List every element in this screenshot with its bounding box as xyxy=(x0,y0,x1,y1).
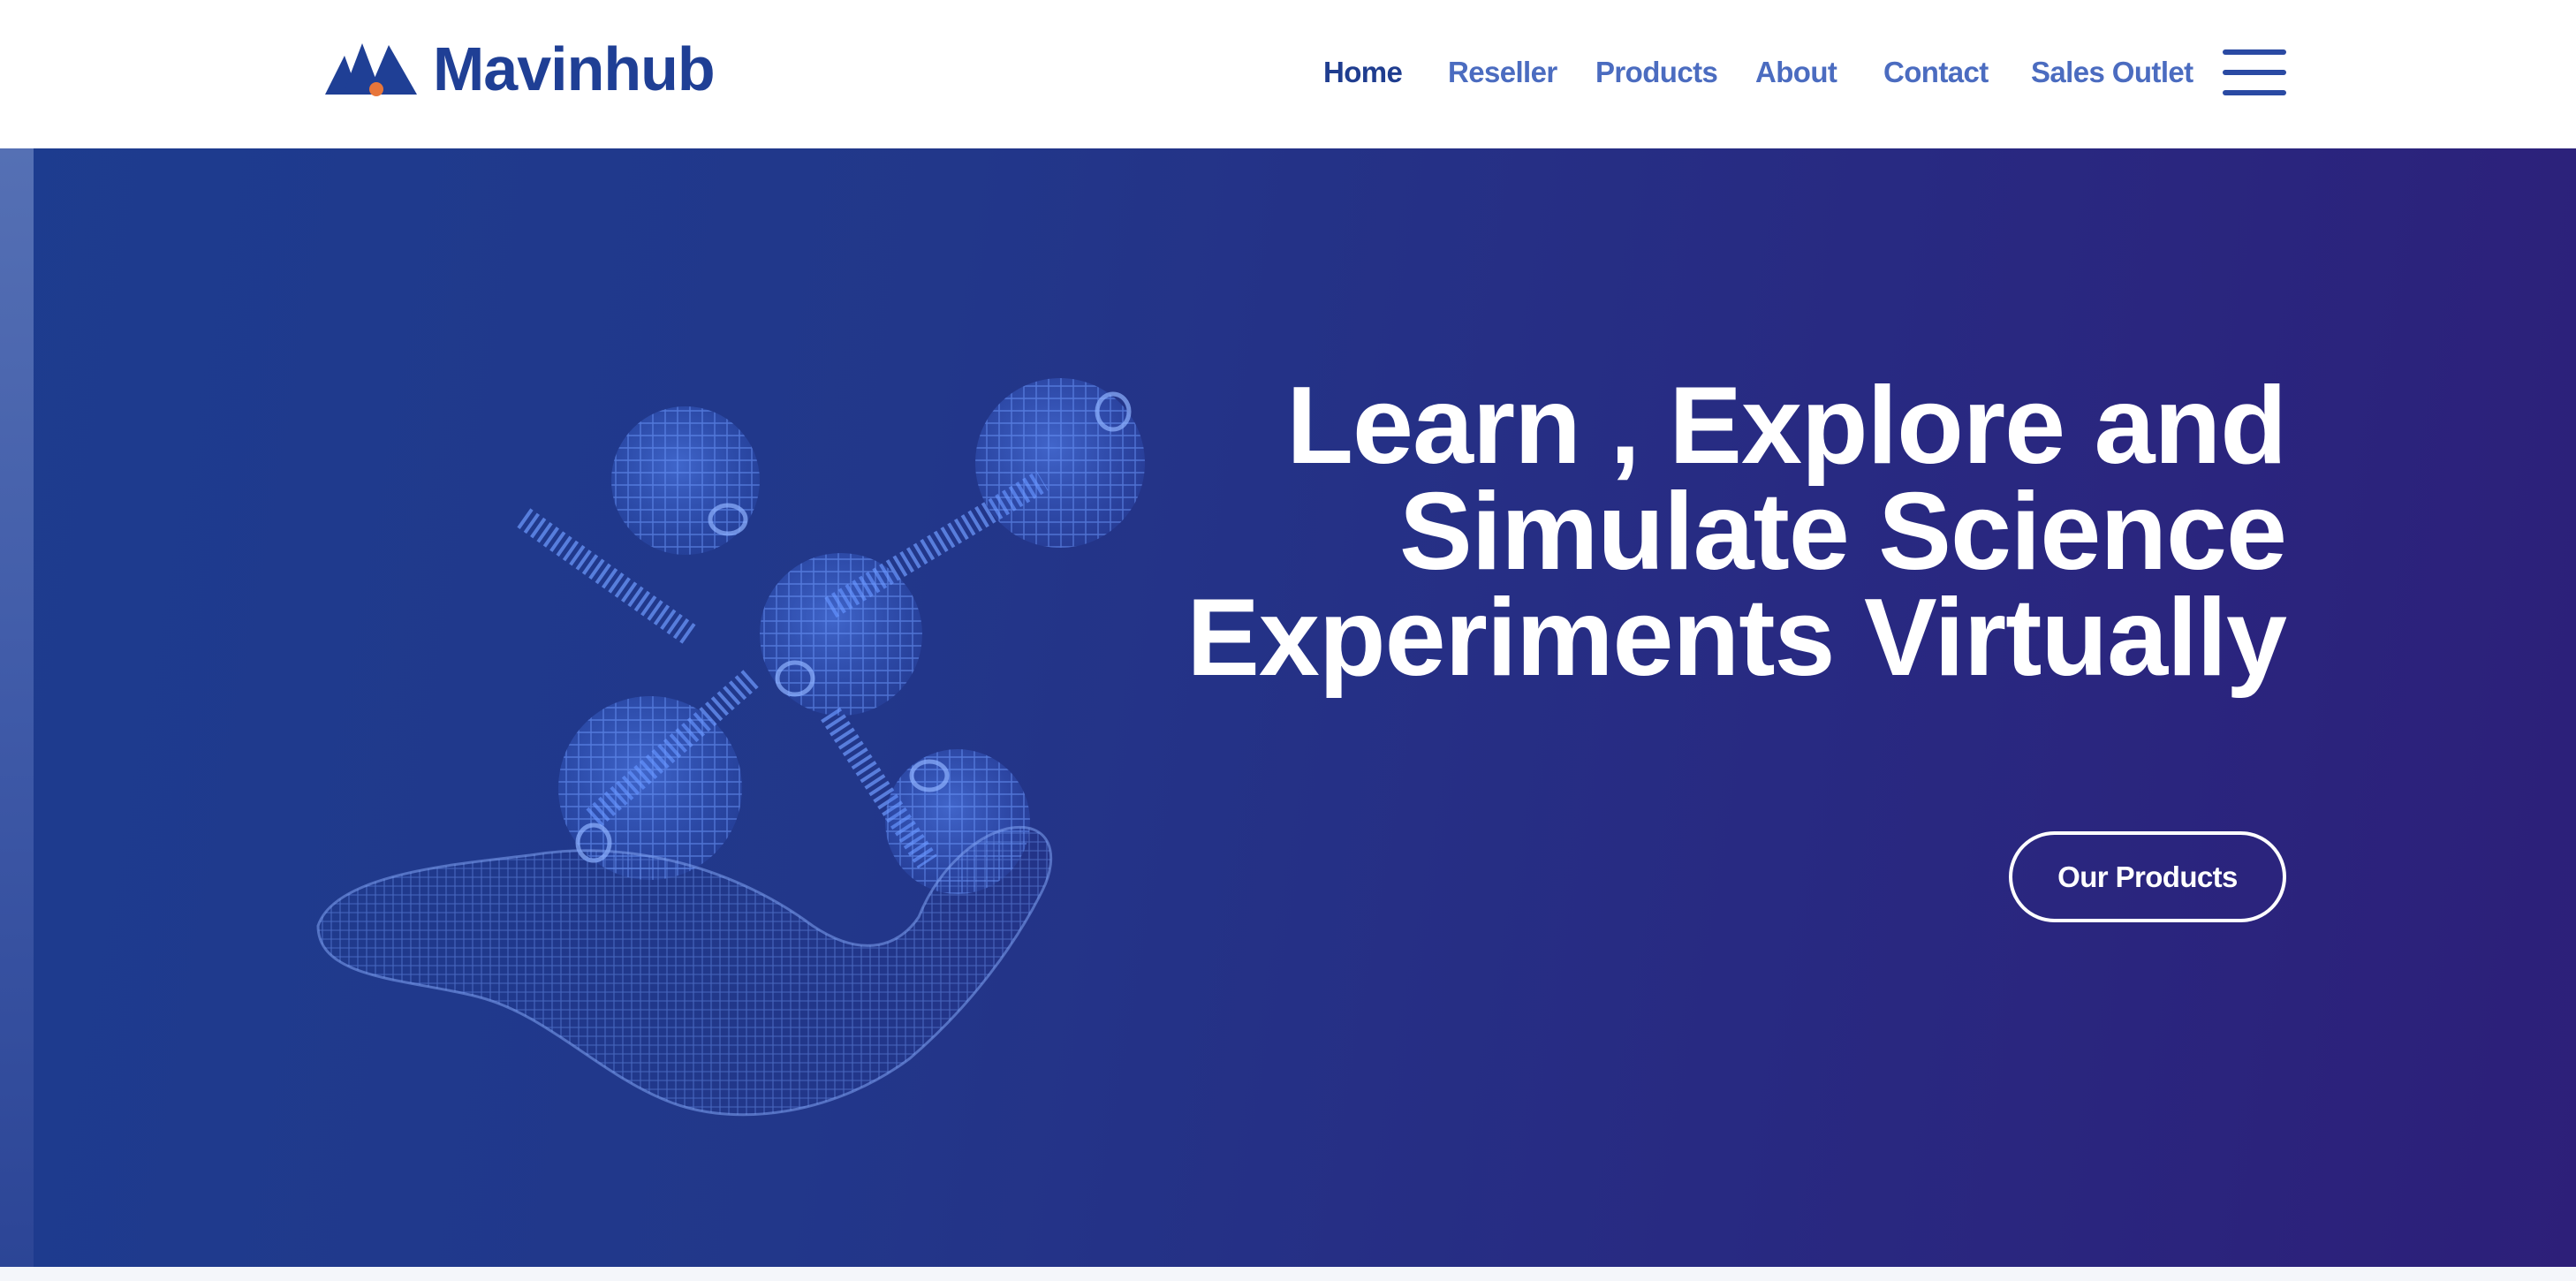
nav-link-sales-outlet[interactable]: Sales Outlet xyxy=(2031,48,2193,97)
brand-logo[interactable]: Mavinhub xyxy=(325,34,716,104)
mountain-peaks-logo-icon xyxy=(325,43,417,96)
hero-headline-line-2: Simulate Science xyxy=(1398,471,2287,593)
nav-link-contact[interactable]: Contact xyxy=(1883,48,1989,97)
nav-link-home[interactable]: Home xyxy=(1323,48,1403,97)
brand-name: Mavinhub xyxy=(433,34,716,103)
nav-link-products[interactable]: Products xyxy=(1595,48,1718,97)
our-products-button[interactable]: Our Products xyxy=(2009,831,2286,922)
hero-banner: Learn , Explore and Simulate Science Exp… xyxy=(0,148,2576,1267)
hero-headline: Learn , Explore and Simulate Science Exp… xyxy=(1049,365,2287,699)
hero-headline-line-1: Learn , Explore and xyxy=(1286,365,2287,487)
nav-link-about[interactable]: About xyxy=(1755,48,1837,97)
hero-edge-strip xyxy=(0,148,34,1267)
hero-headline-line-3: Experiments Virtually xyxy=(1186,577,2287,699)
top-navbar: Mavinhub Home Reseller Products About Co… xyxy=(0,0,2576,148)
hamburger-menu-icon[interactable] xyxy=(2223,49,2286,95)
nav-link-reseller[interactable]: Reseller xyxy=(1448,48,1557,97)
